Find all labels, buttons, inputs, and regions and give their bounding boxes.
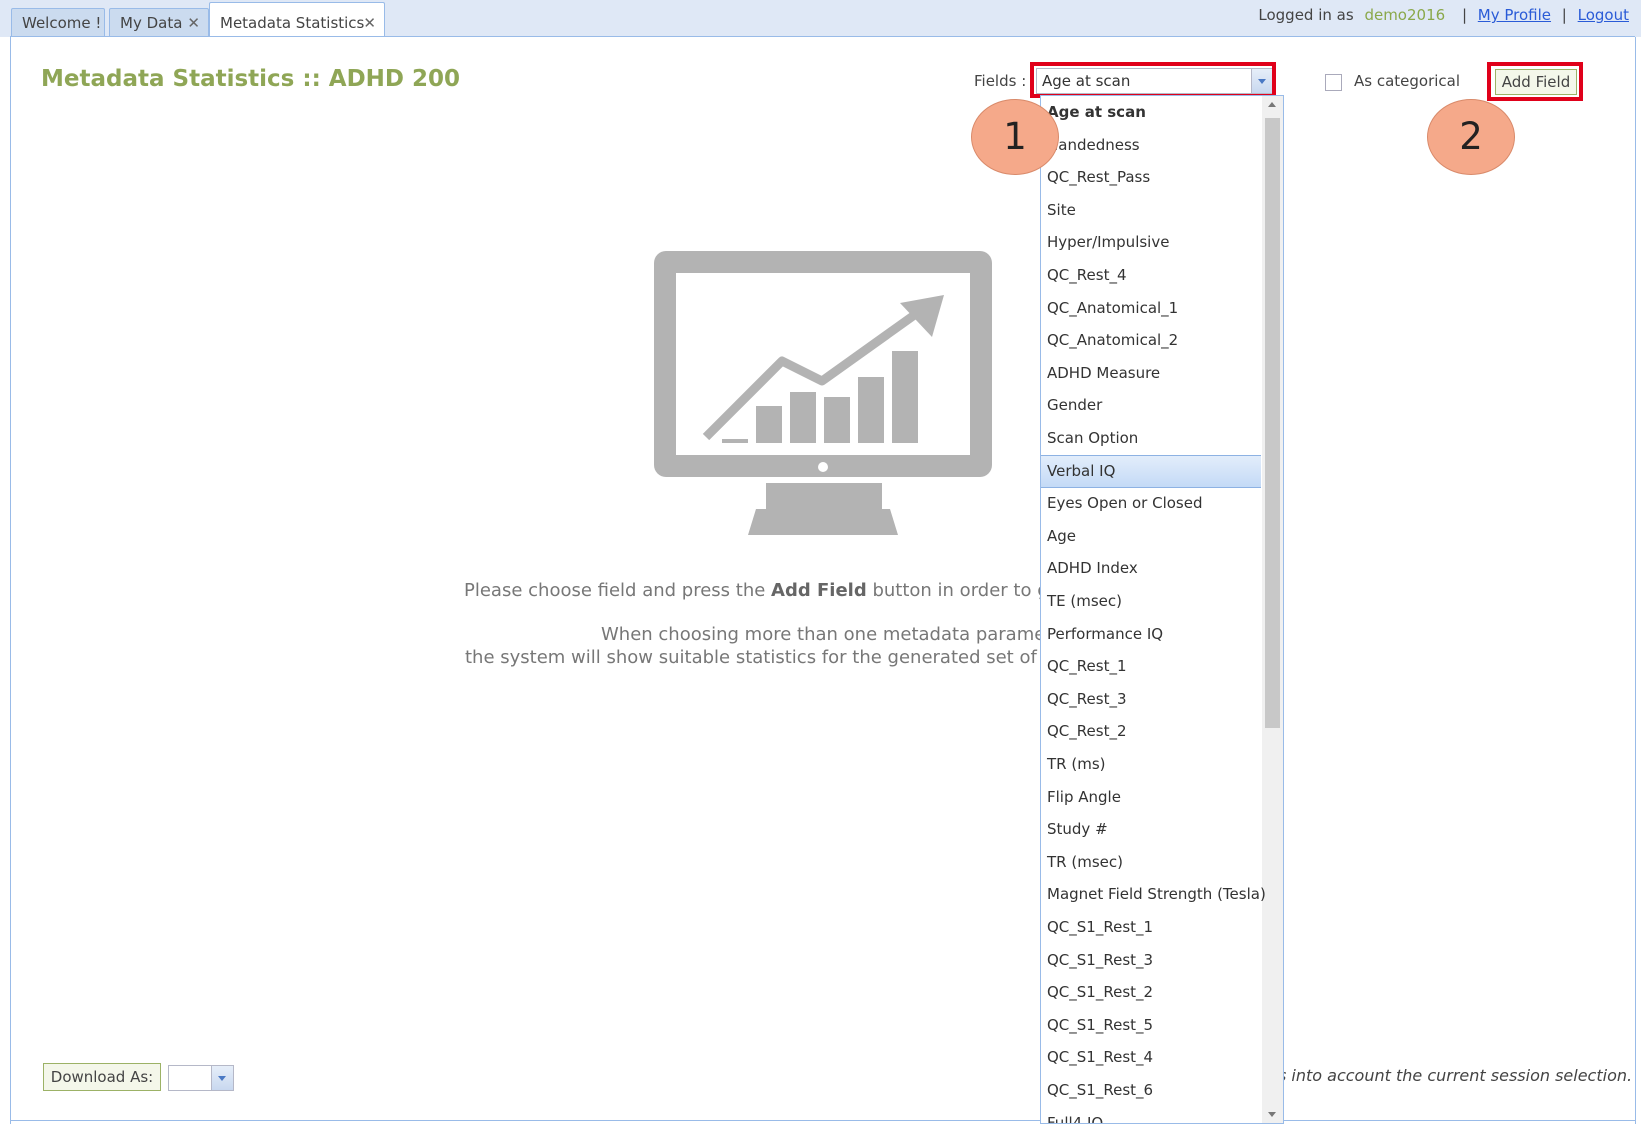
scroll-down-icon[interactable] — [1268, 1112, 1276, 1117]
dropdown-option[interactable]: QC_S1_Rest_6 — [1041, 1074, 1261, 1107]
instruction-message: Please choose field and press the Add Fi… — [464, 580, 1044, 601]
dropdown-option[interactable]: Study # — [1041, 813, 1261, 846]
tab-label: My Data — [120, 14, 183, 32]
panel-border — [10, 37, 11, 1124]
dropdown-option[interactable]: QC_Anatomical_1 — [1041, 292, 1261, 325]
close-icon[interactable]: ✕ — [363, 14, 376, 32]
logout-link[interactable]: Logout — [1578, 6, 1629, 24]
dropdown-option[interactable]: Verbal IQ — [1041, 454, 1261, 488]
dropdown-option[interactable]: QC_S1_Rest_2 — [1041, 976, 1261, 1009]
fields-label: Fields : — [974, 72, 1027, 90]
dropdown-option[interactable]: Performance IQ — [1041, 618, 1261, 651]
as-categorical-label: As categorical — [1354, 72, 1461, 90]
dropdown-option[interactable]: Magnet Field Strength (Tesla) — [1041, 878, 1266, 911]
panel-border — [1635, 37, 1636, 1124]
highlight-box-add-field — [1487, 62, 1583, 101]
dropdown-scrollbar[interactable] — [1262, 96, 1283, 1123]
dropdown-option[interactable]: Gender — [1041, 389, 1261, 422]
dropdown-option[interactable]: Full4 IQ — [1041, 1107, 1261, 1123]
logged-in-label: Logged in as — [1258, 6, 1354, 24]
separator: | — [1461, 6, 1467, 24]
dropdown-option[interactable]: Eyes Open or Closed — [1041, 487, 1261, 520]
dropdown-option[interactable]: Age — [1041, 520, 1261, 553]
download-format-combo[interactable] — [168, 1065, 234, 1091]
instruction-suffix: button in order to genera — [872, 580, 1044, 601]
scroll-up-icon[interactable] — [1268, 102, 1276, 107]
instruction-prefix: Please choose field and press the — [464, 580, 772, 601]
monitor-chart-icon — [654, 251, 992, 535]
chevron-down-icon[interactable] — [211, 1066, 233, 1090]
dropdown-option[interactable]: QC_S1_Rest_4 — [1041, 1041, 1261, 1074]
dropdown-option[interactable]: QC_S1_Rest_1 — [1041, 911, 1261, 944]
instruction-bold: Add Field — [771, 580, 867, 601]
dropdown-option[interactable]: TE (msec) — [1041, 585, 1261, 618]
multi-param-message-line2: the system will show suitable statistics… — [465, 647, 1043, 668]
dropdown-option[interactable]: ADHD Measure — [1041, 357, 1261, 390]
highlight-box-fields — [1030, 62, 1276, 98]
dropdown-option[interactable]: ADHD Index — [1041, 552, 1261, 585]
dropdown-option[interactable]: QC_Rest_3 — [1041, 683, 1261, 716]
multi-param-message-line1: When choosing more than one metadata par… — [601, 624, 1043, 645]
dropdown-option[interactable]: Hyper/Impulsive — [1041, 226, 1261, 259]
close-icon[interactable]: ✕ — [187, 14, 200, 32]
download-as-button[interactable]: Download As: — [43, 1063, 161, 1091]
tab-label: Welcome ! — [22, 14, 102, 32]
annotation-badge-1: 1 — [971, 99, 1059, 175]
as-categorical-checkbox[interactable] — [1325, 74, 1342, 91]
dropdown-option[interactable]: QC_Anatomical_2 — [1041, 324, 1261, 357]
dropdown-option[interactable]: TR (msec) — [1041, 846, 1261, 879]
dropdown-option[interactable]: Flip Angle — [1041, 781, 1261, 814]
panel-border — [10, 1120, 1636, 1121]
tab-my-data[interactable]: My Data ✕ — [109, 8, 209, 36]
dropdown-option[interactable]: QC_Rest_Pass — [1041, 161, 1261, 194]
fields-dropdown-list[interactable]: Age at scan Handedness QC_Rest_Pass Site Hyp… — [1040, 95, 1284, 1124]
my-profile-link[interactable]: My Profile — [1478, 6, 1551, 24]
user-bar: Logged in as demo2016 | My Profile | Log… — [1258, 6, 1629, 24]
dropdown-option[interactable]: Handedness — [1041, 129, 1261, 162]
dropdown-option[interactable]: Age at scan — [1041, 96, 1261, 129]
tab-metadata-statistics[interactable]: Metadata Statistics ✕ — [209, 2, 385, 37]
username: demo2016 — [1364, 6, 1446, 24]
tab-welcome[interactable]: Welcome ! — [11, 8, 105, 36]
dropdown-option[interactable]: Site — [1041, 194, 1261, 227]
dropdown-option[interactable]: QC_Rest_4 — [1041, 259, 1261, 292]
dropdown-option[interactable]: QC_Rest_1 — [1041, 650, 1261, 683]
dropdown-option[interactable]: TR (ms) — [1041, 748, 1261, 781]
scrollbar-thumb[interactable] — [1265, 118, 1280, 728]
dropdown-option[interactable]: QC_Rest_2 — [1041, 715, 1261, 748]
dropdown-option[interactable]: Scan Option — [1041, 422, 1261, 455]
annotation-badge-2: 2 — [1427, 99, 1515, 175]
tab-label: Metadata Statistics — [220, 14, 365, 32]
panel-border — [10, 36, 1635, 37]
session-note: s into account the current session selec… — [1278, 1066, 1633, 1085]
dropdown-option[interactable]: QC_S1_Rest_5 — [1041, 1009, 1261, 1042]
page-title: Metadata Statistics :: ADHD 200 — [41, 66, 461, 92]
separator: | — [1561, 6, 1567, 24]
dropdown-option[interactable]: QC_S1_Rest_3 — [1041, 944, 1261, 977]
